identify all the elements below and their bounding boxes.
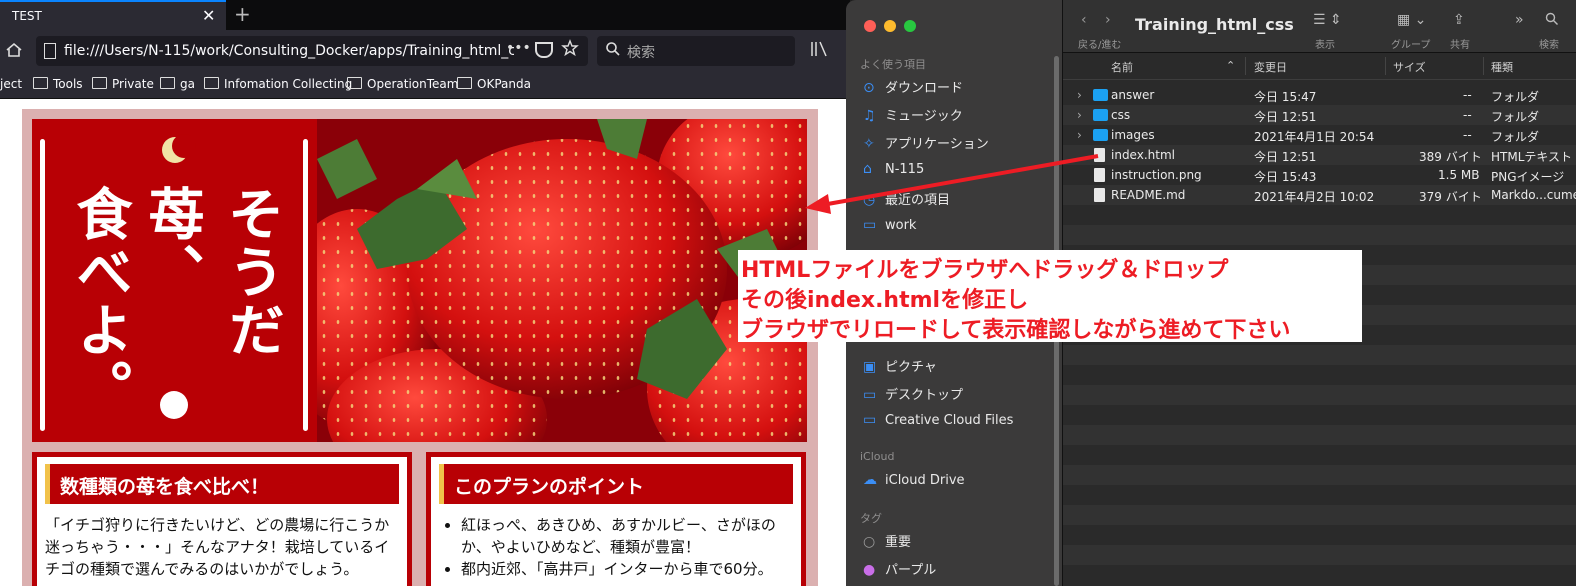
instruction-line-2: その後index.htmlを修正し bbox=[741, 288, 1029, 313]
instruction-line-3: ブラウザでリロードして表示確認しながら進めて下さい bbox=[741, 318, 1291, 343]
instruction-line-1: HTMLファイルをブラウザへドラッグ＆ドロップ bbox=[741, 258, 1229, 283]
instruction-callout: HTMLファイルをブラウザへドラッグ＆ドロップ その後index.htmlを修正… bbox=[738, 250, 1362, 343]
